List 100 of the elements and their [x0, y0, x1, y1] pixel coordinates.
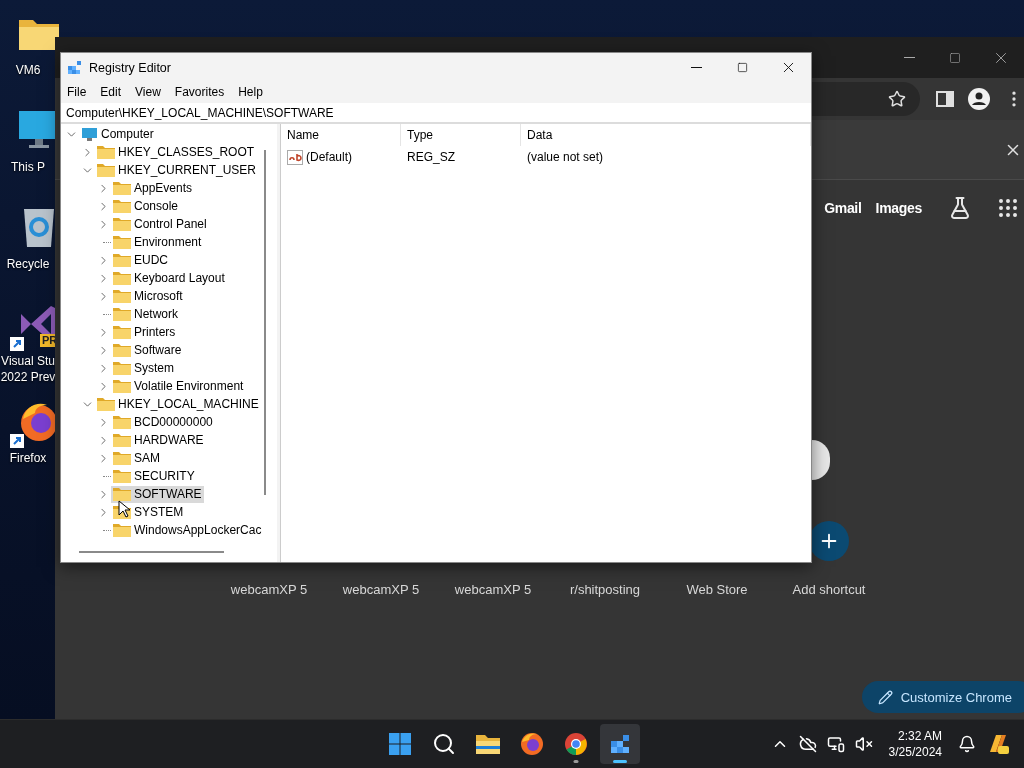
tree-item[interactable]: Printers: [111, 323, 178, 341]
shortcut-label[interactable]: Add shortcut: [792, 581, 866, 599]
column-header[interactable]: Type: [401, 124, 521, 146]
tree-item[interactable]: Environment: [111, 233, 204, 251]
tree-item[interactable]: SAM: [111, 449, 162, 467]
clock[interactable]: 2:32 AM 3/25/2024: [888, 728, 942, 760]
address-field[interactable]: Computer\HKEY_LOCAL_MACHINE\SOFTWARE: [61, 103, 811, 122]
windows-logo-icon: [388, 732, 412, 756]
desktop-icon-label[interactable]: This P: [0, 159, 56, 175]
folder-icon: [113, 235, 131, 249]
maximize-icon: [949, 51, 961, 64]
tree-item[interactable]: Software: [111, 341, 184, 359]
scrollbar-thumb[interactable]: [79, 551, 224, 553]
shortcut-label[interactable]: webcamXP 5: [454, 581, 532, 599]
string-value-icon: [287, 149, 303, 165]
tree-item[interactable]: AppEvents: [111, 179, 195, 197]
shortcut-label[interactable]: webcamXP 5: [230, 581, 308, 599]
folder-icon: [113, 217, 131, 231]
header-link[interactable]: Gmail: [824, 200, 862, 216]
folder-icon: [475, 733, 501, 755]
folder-icon: [97, 163, 115, 177]
shortcut-label[interactable]: r/shitposting: [569, 581, 641, 599]
desktop-icon-label[interactable]: Visual Stu 2022 Prev: [0, 353, 56, 385]
minimize-icon: [903, 57, 915, 58]
tree-item[interactable]: SECURITY: [111, 467, 197, 485]
tree-item[interactable]: Network: [111, 305, 180, 323]
minimize-icon: [690, 67, 702, 68]
folder-icon: [113, 253, 131, 267]
menu-item[interactable]: File: [67, 85, 87, 99]
folder-icon: [113, 289, 131, 303]
side-panel-icon[interactable]: [936, 91, 954, 107]
address-bar[interactable]: [812, 82, 920, 116]
scrollbar-thumb[interactable]: [264, 150, 266, 495]
folder-icon: [113, 181, 131, 195]
desktop-icon-label[interactable]: VM6: [0, 62, 56, 78]
tree-item[interactable]: HKEY_LOCAL_MACHINE: [95, 395, 261, 413]
folder-icon: [113, 415, 131, 429]
column-header[interactable]: Name: [281, 124, 401, 146]
folder-icon: [97, 145, 115, 159]
folder-icon: [113, 199, 131, 213]
folder-icon: [113, 469, 131, 483]
notification-bell-icon[interactable]: [958, 735, 976, 753]
shortcut-label[interactable]: Web Store: [686, 581, 748, 599]
folder-icon: [113, 433, 131, 447]
apps-grid-icon[interactable]: [996, 196, 1020, 220]
tree-item[interactable]: HARDWARE: [111, 431, 206, 449]
desktop-icon-label[interactable]: Firefox: [0, 450, 56, 466]
table-cell-text: (value not set): [526, 150, 605, 164]
folder-icon: [113, 379, 131, 393]
flask-icon[interactable]: [948, 196, 972, 220]
tree-item[interactable]: Volatile Environment: [111, 377, 246, 395]
folder-icon: [113, 271, 131, 285]
folder-icon: [113, 325, 131, 339]
menu-item[interactable]: View: [135, 85, 161, 99]
folder-icon: [113, 523, 131, 537]
menu-item[interactable]: Favorites: [174, 85, 225, 99]
header-link[interactable]: Images: [875, 200, 922, 216]
pencil-icon: [877, 689, 893, 705]
fox-globe-icon: [520, 732, 544, 756]
cubes-icon: [67, 59, 83, 76]
desktop-icon-label[interactable]: Recycle: [0, 256, 56, 272]
tree-item[interactable]: Microsoft: [111, 287, 185, 305]
tree-item[interactable]: Keyboard Layout: [111, 269, 227, 287]
chrome-logo-icon: [564, 732, 588, 756]
tree-item[interactable]: EUDC: [111, 251, 170, 269]
window-title: Registry Editor: [89, 60, 172, 75]
tree-item[interactable]: System: [111, 359, 176, 377]
tree-item[interactable]: WindowsAppLockerCac: [111, 521, 264, 539]
tree-item[interactable]: HKEY_CLASSES_ROOT: [95, 143, 257, 161]
folder-icon: [113, 343, 131, 357]
volume-muted-icon[interactable]: [854, 735, 873, 753]
folder-icon: [113, 307, 131, 321]
table-cell: (Default): [281, 149, 401, 165]
folder-icon: [113, 451, 131, 465]
tree-item[interactable]: HKEY_CURRENT_USER: [95, 161, 259, 179]
menu-item[interactable]: Help: [238, 85, 263, 99]
tree-item[interactable]: Control Panel: [111, 215, 209, 233]
folder-icon: [113, 361, 131, 375]
bookmark-star-icon[interactable]: [888, 90, 906, 108]
maximize-icon: [736, 62, 748, 73]
add-shortcut-button[interactable]: [809, 521, 849, 561]
tree-item[interactable]: BCD00000000: [111, 413, 215, 431]
cloud-off-icon[interactable]: [798, 735, 817, 753]
table-cell-text: REG_SZ: [406, 150, 456, 164]
profile-icon[interactable]: [967, 87, 991, 111]
tree-item[interactable]: SOFTWARE: [111, 485, 204, 503]
mouse-pointer-icon: [118, 500, 130, 518]
taskbar-button[interactable]: [600, 724, 640, 764]
column-header[interactable]: Data: [521, 124, 811, 146]
folder-icon: [113, 487, 131, 501]
search-box[interactable]: [812, 440, 830, 480]
shortcut-label[interactable]: webcamXP 5: [342, 581, 420, 599]
search-icon: [432, 732, 456, 756]
computer-icon: [81, 126, 98, 142]
network-icon[interactable]: [826, 735, 845, 753]
menu-item[interactable]: Edit: [100, 85, 122, 99]
tree-item[interactable]: Console: [111, 197, 181, 215]
tree-item[interactable]: Computer: [79, 125, 156, 143]
cubes-icon: [608, 732, 632, 756]
customize-button[interactable]: Customize Chrome: [861, 681, 1024, 713]
